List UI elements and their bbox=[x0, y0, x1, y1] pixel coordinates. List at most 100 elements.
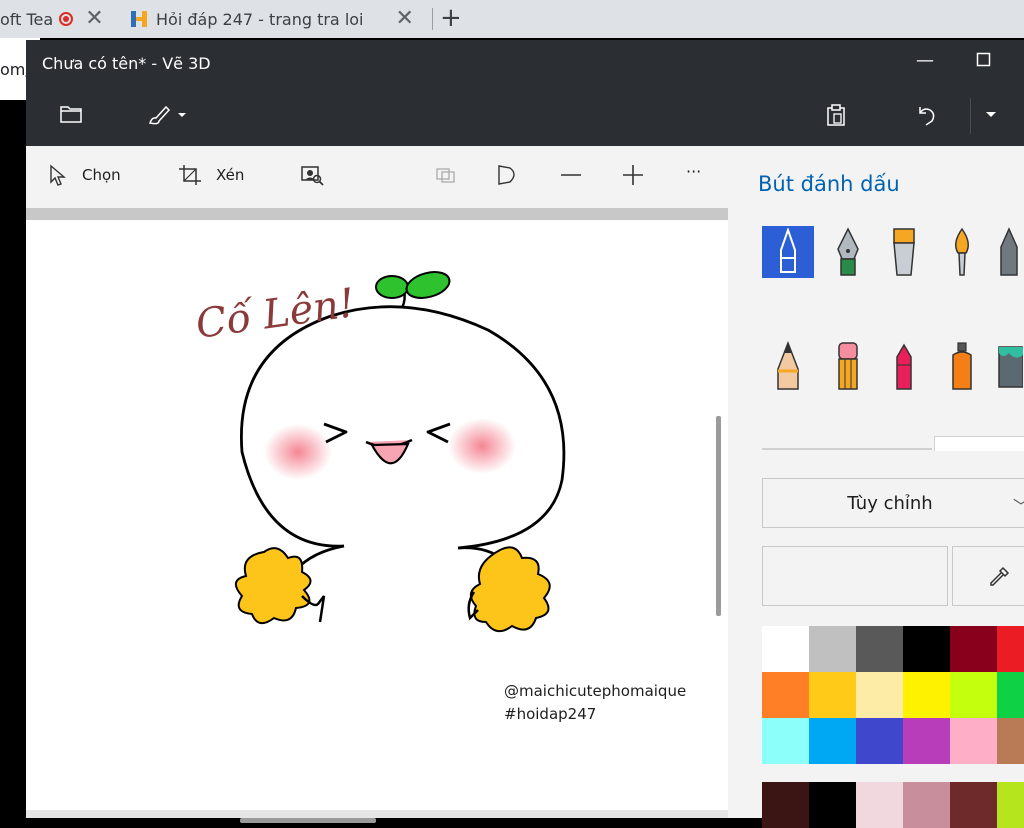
color-swatch[interactable] bbox=[809, 626, 856, 672]
color-swatch[interactable] bbox=[950, 782, 997, 828]
sprout-leaf-right bbox=[405, 271, 451, 299]
brush-eraser[interactable] bbox=[822, 340, 874, 392]
brush-crayon[interactable] bbox=[878, 340, 930, 392]
panel-title: Bút đánh dấu bbox=[758, 172, 900, 196]
pen-icon bbox=[1000, 227, 1018, 276]
brush-pen-partial[interactable] bbox=[994, 226, 1024, 278]
minimize-button[interactable]: — bbox=[916, 50, 934, 71]
canvas-bottom-band bbox=[26, 810, 728, 818]
color-swatch[interactable] bbox=[997, 718, 1024, 764]
color-swatch[interactable] bbox=[809, 782, 856, 828]
vertical-scrollbar[interactable] bbox=[716, 416, 721, 616]
brush-fill-partial[interactable] bbox=[994, 340, 1024, 392]
color-swatch[interactable] bbox=[856, 782, 903, 828]
new-tab-button[interactable]: + bbox=[440, 4, 462, 32]
eraser-icon bbox=[838, 342, 858, 390]
brush-calligraphy-pen[interactable] bbox=[822, 226, 874, 278]
pompom-right bbox=[469, 546, 551, 633]
color-swatch[interactable] bbox=[809, 718, 856, 764]
canvas-toolbar: Chọn Xén ··· bbox=[26, 146, 728, 208]
brush-oil[interactable] bbox=[878, 226, 930, 278]
crop-icon bbox=[179, 165, 201, 185]
color-swatch[interactable] bbox=[950, 672, 997, 718]
color-swatch[interactable] bbox=[903, 672, 950, 718]
title-bar: Chưa có tên* - Vẽ 3D — bbox=[26, 40, 1024, 88]
brush-marker[interactable] bbox=[762, 226, 814, 278]
magic-select-icon[interactable] bbox=[300, 164, 324, 186]
canvas-area: Cố Lên! @maichicutephomaique #hoidap247 bbox=[26, 208, 728, 823]
brush-panel: Bút đánh dấu Tùy chỉnh bbox=[728, 146, 1024, 828]
more-options-button[interactable]: ··· bbox=[686, 162, 701, 181]
thickness-value-box[interactable] bbox=[934, 436, 1024, 451]
color-swatch[interactable] bbox=[856, 718, 903, 764]
command-bar bbox=[26, 88, 1024, 146]
command-separator bbox=[970, 98, 971, 134]
browser-tab-strip: oft Tea ✕ Hỏi đáp 247 - trang tra loi ✕ … bbox=[0, 0, 1024, 38]
color-swatch[interactable] bbox=[997, 626, 1024, 672]
color-swatch[interactable] bbox=[950, 718, 997, 764]
blush-left bbox=[264, 424, 332, 480]
zoom-out-icon[interactable] bbox=[560, 164, 582, 186]
current-color-box[interactable] bbox=[762, 546, 948, 606]
color-swatch[interactable] bbox=[762, 718, 809, 764]
hoidap-favicon-icon bbox=[131, 11, 147, 27]
brush-spray[interactable] bbox=[936, 340, 988, 392]
color-swatch[interactable] bbox=[903, 626, 950, 672]
paint3d-window: Chưa có tên* - Vẽ 3D — Chọn Xén ··· Cố L… bbox=[26, 40, 1024, 828]
browser-tab-hoidap[interactable]: Hỏi đáp 247 - trang tra loi ✕ bbox=[118, 0, 434, 38]
sprout-leaf-left bbox=[375, 275, 409, 299]
maximize-button[interactable] bbox=[976, 52, 992, 73]
color-swatch[interactable] bbox=[762, 782, 809, 828]
color-swatch[interactable] bbox=[997, 672, 1024, 718]
color-swatch[interactable] bbox=[856, 672, 903, 718]
window-title: Chưa có tên* - Vẽ 3D bbox=[42, 54, 211, 73]
horizontal-scrollbar[interactable] bbox=[240, 818, 376, 823]
tab-title: oft Tea bbox=[0, 9, 54, 29]
crayon-icon bbox=[896, 343, 912, 390]
tab-separator bbox=[432, 8, 433, 30]
pompom-left bbox=[235, 547, 312, 625]
color-swatch[interactable] bbox=[856, 626, 903, 672]
pencil-icon bbox=[777, 341, 799, 390]
blush-right bbox=[448, 418, 516, 474]
maximize-icon bbox=[976, 52, 991, 67]
fill-bucket-icon bbox=[998, 346, 1023, 388]
3d-view-icon[interactable] bbox=[434, 164, 458, 186]
drawing-canvas[interactable]: Cố Lên! @maichicutephomaique #hoidap247 bbox=[26, 220, 728, 823]
watercolor-icon bbox=[955, 227, 969, 276]
brushes-menu-icon[interactable] bbox=[146, 103, 192, 127]
spray-can-icon bbox=[952, 342, 972, 390]
color-swatch[interactable] bbox=[903, 782, 950, 828]
color-swatch[interactable] bbox=[809, 672, 856, 718]
brush-pencil[interactable] bbox=[762, 340, 814, 392]
paste-icon[interactable] bbox=[824, 103, 848, 127]
color-swatch[interactable] bbox=[762, 626, 809, 672]
calligraphy-pen-icon bbox=[837, 227, 859, 276]
perspective-icon[interactable] bbox=[496, 164, 520, 186]
color-swatch[interactable] bbox=[950, 626, 997, 672]
close-icon[interactable]: ✕ bbox=[85, 8, 103, 30]
browser-tab-teams[interactable]: oft Tea ✕ bbox=[0, 0, 118, 38]
crop-tool-button[interactable]: Xén bbox=[178, 164, 244, 186]
canvas-top-band bbox=[26, 208, 728, 220]
thickness-slider-track[interactable] bbox=[762, 448, 932, 450]
credit-text: @maichicutephomaique #hoidap247 bbox=[504, 680, 686, 726]
select-label: Chọn bbox=[82, 166, 121, 184]
credit-handle: @maichicutephomaique bbox=[504, 682, 687, 700]
recording-icon bbox=[59, 12, 74, 26]
chevron-down-icon[interactable] bbox=[984, 110, 998, 120]
select-tool-button[interactable]: Chọn bbox=[48, 164, 121, 186]
undo-icon[interactable] bbox=[914, 103, 938, 127]
oil-brush-icon bbox=[893, 228, 915, 276]
eyedropper-button[interactable] bbox=[952, 546, 1024, 606]
brush-watercolor[interactable] bbox=[936, 226, 988, 278]
close-icon[interactable]: ✕ bbox=[396, 8, 414, 30]
color-swatch[interactable] bbox=[997, 782, 1024, 828]
select-cursor-icon bbox=[50, 164, 66, 186]
custom-dropdown[interactable]: Tùy chỉnh ﹀ bbox=[762, 478, 1024, 528]
zoom-in-icon[interactable] bbox=[622, 164, 644, 186]
folder-icon[interactable] bbox=[59, 103, 83, 125]
color-swatch[interactable] bbox=[903, 718, 950, 764]
color-swatch[interactable] bbox=[762, 672, 809, 718]
crop-label: Xén bbox=[216, 166, 245, 184]
